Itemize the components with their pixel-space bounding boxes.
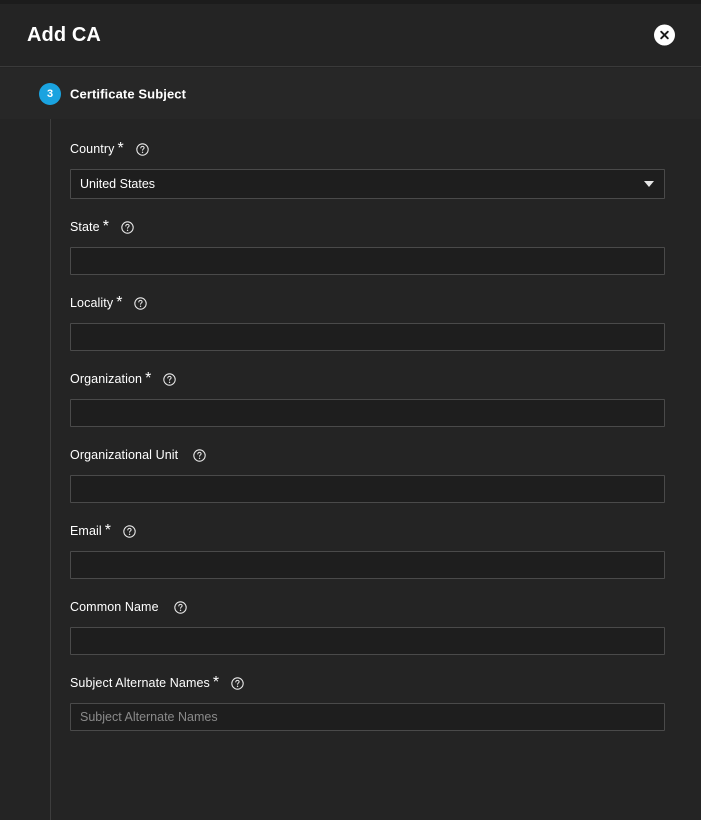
field-label-email: Email [70, 524, 102, 538]
field-label-row-country: Country * [70, 140, 665, 158]
required-marker-state: * [102, 218, 109, 235]
field-label-organizational-unit: Organizational Unit [70, 448, 179, 462]
field-common-name: Common Name [70, 598, 665, 674]
field-label-locality: Locality [70, 296, 114, 310]
help-circle-icon[interactable] [231, 676, 244, 690]
field-email: Email * [70, 522, 665, 598]
field-label-row-organizational-unit: Organizational Unit [70, 446, 665, 464]
required-marker-email: * [104, 522, 111, 539]
help-circle-icon[interactable] [173, 600, 187, 614]
required-marker-locality: * [116, 294, 123, 311]
field-label-row-locality: Locality * [70, 294, 665, 312]
field-organizational-unit: Organizational Unit [70, 446, 665, 522]
field-label-row-common-name: Common Name [70, 598, 665, 616]
field-label-row-subject-alternate-names: Subject Alternate Names * [70, 674, 665, 692]
state-input[interactable] [70, 247, 665, 275]
field-label-organization: Organization [70, 372, 143, 386]
step-number-badge: 3 [39, 82, 61, 105]
field-country: Country * United States [70, 140, 665, 218]
certificate-subject-form: Country * United States State * Locality… [0, 119, 701, 750]
help-circle-icon[interactable] [121, 220, 134, 234]
locality-input[interactable] [70, 323, 665, 351]
close-icon[interactable] [654, 24, 675, 46]
field-label-row-email: Email * [70, 522, 665, 540]
help-circle-icon[interactable] [123, 524, 136, 538]
field-state: State * [70, 218, 665, 294]
country-select[interactable]: United States [70, 169, 665, 199]
field-locality: Locality * [70, 294, 665, 370]
field-organization: Organization * [70, 370, 665, 446]
field-subject-alternate-names: Subject Alternate Names * [70, 674, 665, 750]
field-label-row-organization: Organization * [70, 370, 665, 388]
help-circle-icon[interactable] [135, 142, 149, 156]
help-circle-icon[interactable] [134, 296, 148, 310]
dialog-body: 3 Certificate Subject Country * United S… [0, 68, 701, 820]
organizational-unit-input[interactable] [70, 475, 665, 503]
field-label-state: State [70, 220, 100, 234]
field-label-subject-alternate-names: Subject Alternate Names [70, 676, 210, 690]
step-title: Certificate Subject [70, 86, 187, 101]
email-input[interactable] [70, 551, 665, 579]
required-marker-subject-alternate-names: * [212, 674, 220, 691]
select-wrap-country: United States [70, 169, 665, 199]
add-ca-dialog: Add CA 3 Certificate Subject Country * U… [0, 0, 701, 820]
field-label-row-state: State * [70, 218, 665, 236]
help-circle-icon[interactable] [193, 448, 206, 462]
field-label-country: Country [70, 142, 115, 156]
dialog-header: Add CA [0, 4, 701, 67]
organization-input[interactable] [70, 399, 665, 427]
field-label-common-name: Common Name [70, 600, 159, 614]
subject-alternate-names-input[interactable] [70, 703, 665, 731]
required-marker-country: * [117, 140, 124, 157]
help-circle-icon[interactable] [163, 372, 177, 386]
common-name-input[interactable] [70, 627, 665, 655]
dialog-title: Add CA [27, 24, 101, 46]
country-select-value: United States [80, 177, 156, 191]
required-marker-organization: * [145, 370, 152, 387]
step-header-certificate-subject[interactable]: 3 Certificate Subject [0, 68, 701, 119]
